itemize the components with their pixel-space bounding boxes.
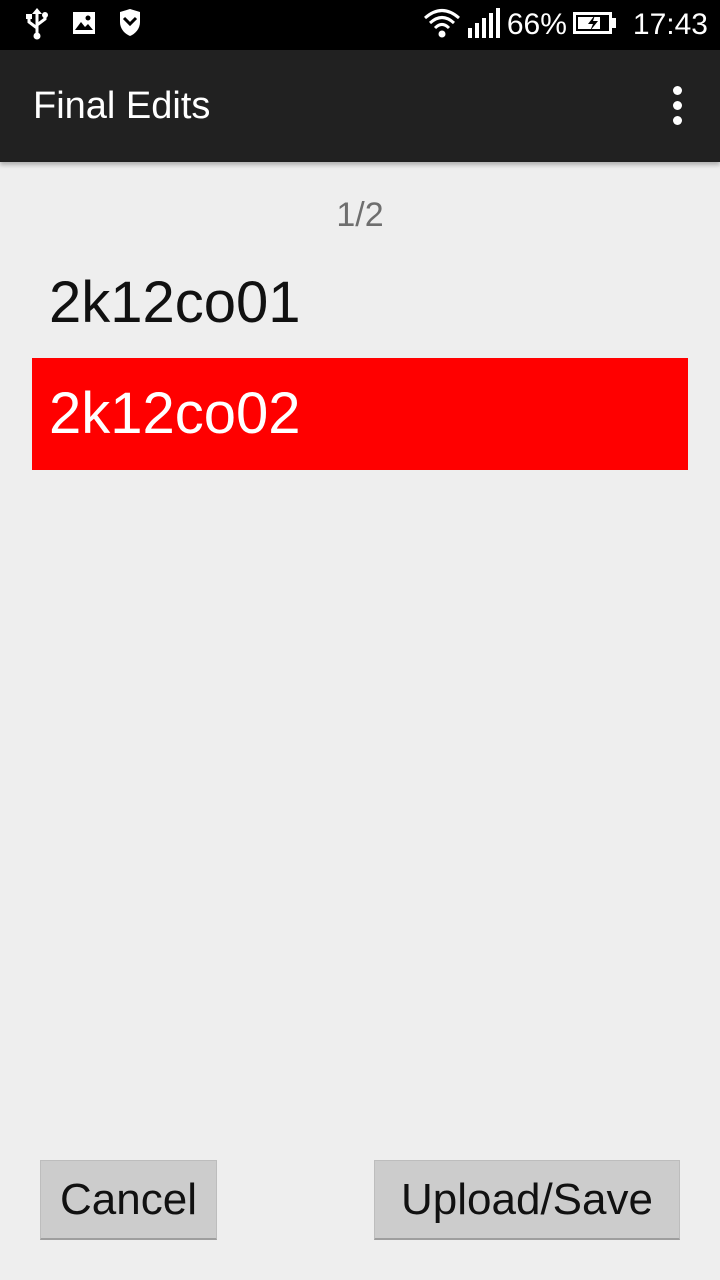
- page-title: Final Edits: [33, 85, 211, 127]
- screen: 66% 17:43 Final Edits 1/2 2k12co01 2k12c…: [0, 0, 720, 1280]
- cancel-button[interactable]: Cancel: [40, 1160, 217, 1240]
- signal-icon: [467, 7, 501, 43]
- shield-icon: [118, 8, 142, 42]
- battery-charging-icon: [572, 11, 617, 39]
- upload-save-button[interactable]: Upload/Save: [374, 1160, 680, 1240]
- list-item-selected[interactable]: 2k12co02: [32, 358, 688, 470]
- list-item[interactable]: 2k12co01: [32, 248, 688, 358]
- action-bar: Final Edits: [0, 50, 720, 162]
- image-icon: [72, 11, 96, 40]
- clock: 17:43: [632, 8, 708, 41]
- wifi-icon: [423, 7, 461, 44]
- page-indicator: 1/2: [336, 196, 384, 234]
- battery-percent: 66%: [506, 8, 567, 41]
- status-bar: 66% 17:43: [0, 0, 720, 50]
- usb-icon: [24, 6, 50, 45]
- overflow-menu-icon[interactable]: [666, 86, 690, 126]
- status-left-icons: [24, 6, 142, 45]
- status-right-icons: 66% 17:43: [423, 0, 708, 50]
